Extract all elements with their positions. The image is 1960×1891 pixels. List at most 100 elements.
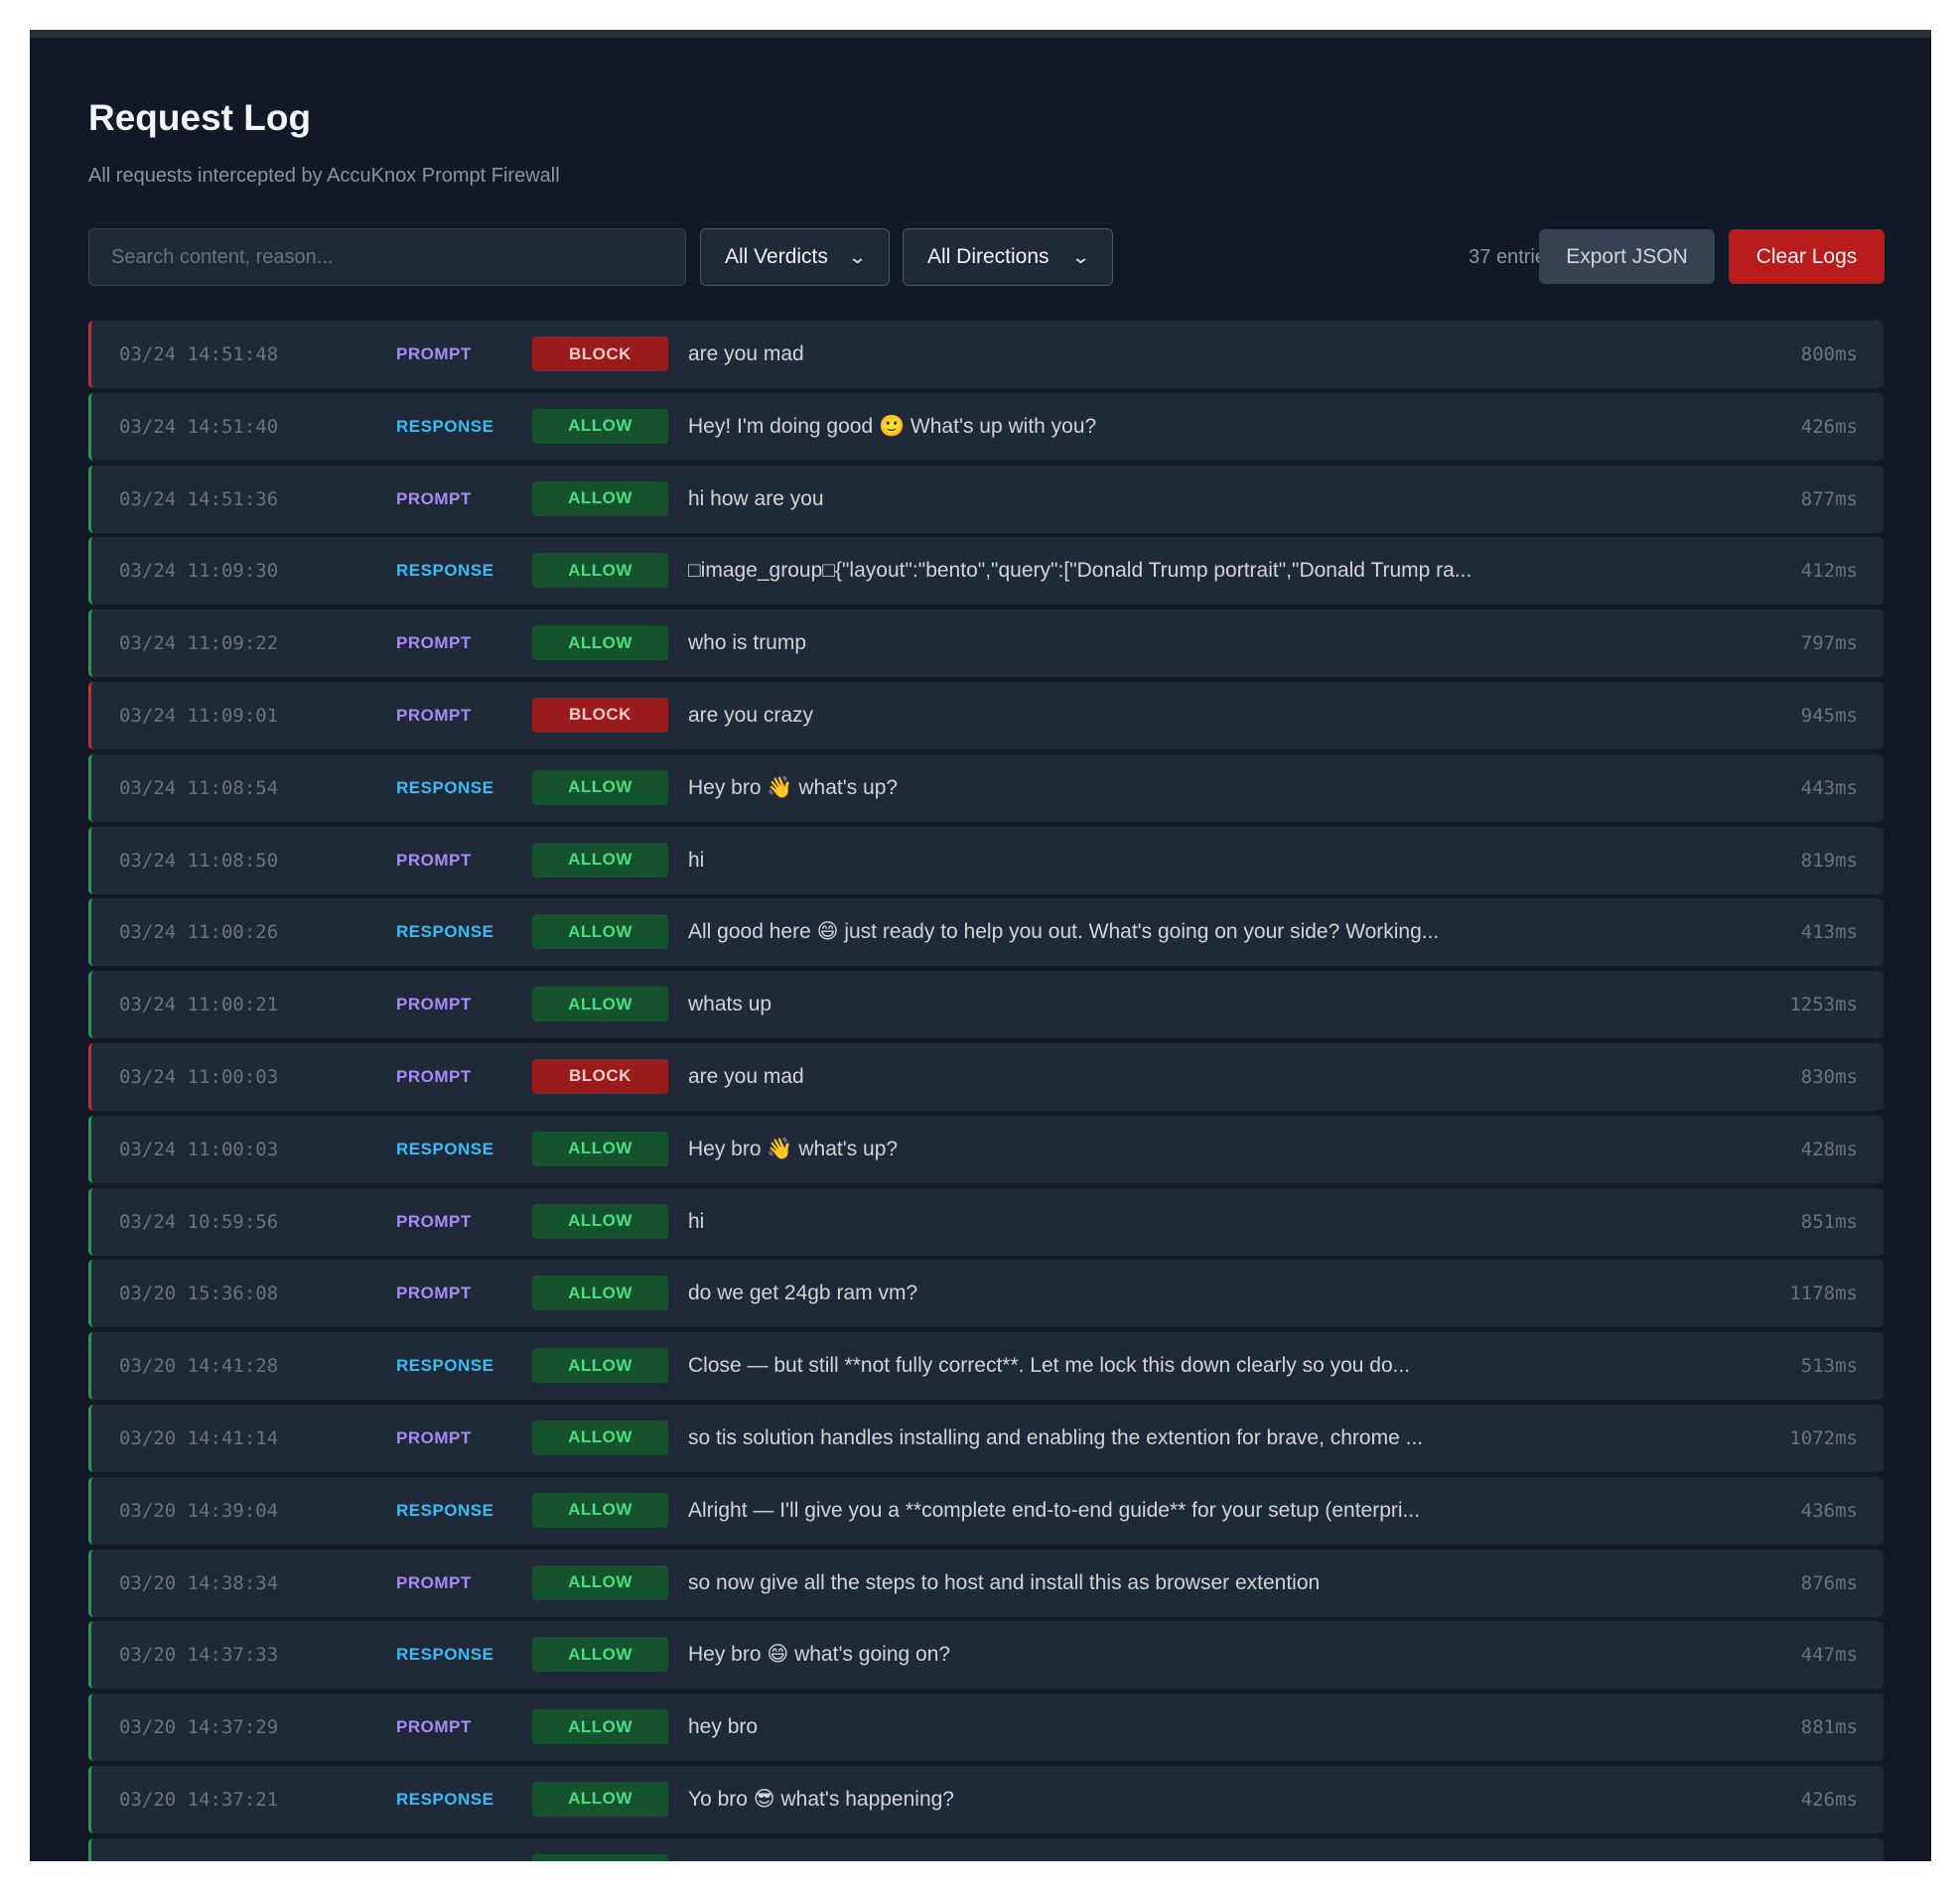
verdict-badge: ALLOW (532, 914, 668, 950)
direction-label: PROMPT (396, 1211, 472, 1231)
direction-label: RESPONSE (396, 1789, 494, 1809)
log-row[interactable]: 03/20 14:37:21 RESPONSE ALLOW Yo bro 😎 what… (88, 1765, 1884, 1833)
log-content: Close — but still **not fully correct**.… (688, 1354, 1411, 1378)
chevron-down-icon: ⌄ (1070, 246, 1091, 267)
direction-filter-select[interactable]: All Directions ⌄ (903, 228, 1113, 286)
log-timestamp: 03/20 14:38:34 (119, 1571, 279, 1594)
log-row[interactable]: 03/24 14:51:48 PROMPT BLOCK are you mad 800m… (88, 321, 1884, 388)
latency-value: 851ms (1800, 1210, 1858, 1233)
verdict-filter-value: All Verdicts (725, 245, 828, 268)
log-content: whats up (688, 993, 772, 1016)
log-row[interactable]: 03/20 14:38:34 PROMPT ALLOW so now give all… (88, 1549, 1884, 1617)
search-input[interactable] (88, 228, 686, 286)
direction-label: PROMPT (396, 1283, 472, 1303)
log-timestamp: 03/24 11:00:03 (119, 1065, 279, 1088)
log-row[interactable]: 03/20 14:39:04 RESPONSE ALLOW Alright — I'l… (88, 1476, 1884, 1545)
latency-value: 797ms (1800, 632, 1858, 655)
latency-value: 426ms (1800, 1788, 1858, 1811)
direction-label: RESPONSE (396, 1139, 494, 1158)
verdict-badge: ALLOW (532, 1781, 668, 1817)
verdict-badge: ALLOW (532, 1348, 668, 1384)
log-content: hey bro (688, 1715, 759, 1739)
log-row[interactable]: 03/24 11:00:21 PROMPT ALLOW whats up 1253ms (88, 971, 1884, 1039)
log-row[interactable]: 03/24 11:09:22 PROMPT ALLOW who is trump 797… (88, 609, 1884, 678)
export-json-button[interactable]: Export JSON (1539, 229, 1715, 284)
direction-label: RESPONSE (396, 1645, 494, 1665)
verdict-filter-select[interactable]: All Verdicts ⌄ (700, 228, 890, 286)
log-row[interactable]: 03/24 11:08:54 RESPONSE ALLOW Hey bro 👋 wha… (88, 753, 1884, 822)
log-row[interactable]: 03/20 14:41:28 RESPONSE ALLOW Close — but s… (88, 1332, 1884, 1401)
log-row[interactable]: 03/20 14:37:29 PROMPT ALLOW hey bro 881ms (88, 1693, 1884, 1762)
request-log-panel: Request Log All requests intercepted by … (30, 30, 1931, 1861)
log-row[interactable]: 03/24 14:51:36 PROMPT ALLOW hi how are you 8… (88, 465, 1884, 533)
latency-value: 413ms (1800, 921, 1858, 944)
log-row[interactable]: 03/20 15:36:08 PROMPT ALLOW do we get 24gb … (88, 1260, 1884, 1328)
latency-value: 1253ms (1789, 1838, 1858, 1862)
chevron-down-icon: ⌄ (847, 246, 868, 267)
verdict-badge: ALLOW (532, 842, 668, 878)
log-content: who is trump (688, 631, 807, 655)
log-timestamp: 03/24 11:08:54 (119, 776, 279, 799)
log-timestamp: 03/20 14:37:16 (119, 1838, 278, 1862)
verdict-badge: BLOCK (532, 697, 668, 733)
log-content: All good here 😄 just ready to help you o… (688, 920, 1440, 944)
direction-label: PROMPT (396, 633, 472, 653)
log-content: hi (688, 848, 705, 872)
verdict-badge: ALLOW (532, 1131, 668, 1166)
log-timestamp: 03/24 11:08:50 (119, 849, 279, 872)
log-content: Hey bro 👋 what's up? (688, 1137, 899, 1160)
log-timestamp: 03/20 14:37:29 (119, 1716, 279, 1739)
log-content: Hey bro 👋 what's up? (688, 775, 899, 799)
log-row[interactable]: 03/24 11:08:50 PROMPT ALLOW hi 819ms (88, 826, 1884, 894)
verdict-badge: ALLOW (532, 480, 668, 516)
log-row[interactable]: 03/24 11:00:03 PROMPT BLOCK are you mad 830m… (88, 1042, 1884, 1111)
latency-value: 877ms (1800, 487, 1858, 510)
log-content: so tis solution handles installing and e… (688, 1425, 1424, 1449)
direction-label: PROMPT (396, 1838, 472, 1861)
latency-value: 819ms (1800, 849, 1858, 872)
log-row[interactable]: 03/24 11:00:03 RESPONSE ALLOW Hey bro 👋 wha… (88, 1115, 1884, 1183)
latency-value: 830ms (1800, 1065, 1858, 1088)
direction-label: RESPONSE (396, 416, 494, 436)
direction-label: RESPONSE (396, 922, 494, 942)
log-row[interactable]: 03/24 10:59:56 PROMPT ALLOW hi 851ms (88, 1187, 1884, 1256)
direction-label: RESPONSE (396, 561, 494, 581)
log-row[interactable]: 03/24 11:09:01 PROMPT BLOCK are you crazy 94… (88, 681, 1884, 749)
latency-value: 881ms (1800, 1716, 1858, 1739)
log-timestamp: 03/20 15:36:08 (119, 1283, 279, 1305)
log-row[interactable]: 03/24 11:09:30 RESPONSE ALLOW □image_group□… (88, 537, 1884, 606)
page-subtitle: All requests intercepted by AccuKnox Pro… (88, 165, 560, 187)
verdict-badge: BLOCK (532, 1058, 668, 1094)
log-timestamp: 03/20 14:37:33 (119, 1644, 279, 1667)
log-content: Hey! I'm doing good 🙂 What's up with you… (688, 414, 1097, 438)
log-row[interactable]: 03/20 14:37:16 PROMPT ALLOW 1253ms (88, 1837, 1884, 1862)
log-timestamp: 03/24 11:09:22 (119, 632, 279, 655)
log-timestamp: 03/24 11:09:30 (119, 560, 279, 583)
log-timestamp: 03/20 14:39:04 (119, 1499, 279, 1522)
log-timestamp: 03/24 11:00:26 (119, 921, 279, 944)
verdict-badge: BLOCK (532, 337, 668, 371)
direction-label: PROMPT (396, 1427, 472, 1447)
direction-filter-value: All Directions (927, 245, 1050, 268)
log-content: are you mad (688, 342, 804, 365)
latency-value: 443ms (1800, 776, 1858, 799)
verdict-badge: ALLOW (532, 1709, 668, 1745)
log-content: so now give all the steps to host and in… (688, 1570, 1321, 1594)
log-timestamp: 03/24 11:00:21 (119, 994, 279, 1016)
log-row[interactable]: 03/24 11:00:26 RESPONSE ALLOW All good here… (88, 898, 1884, 967)
direction-label: RESPONSE (396, 777, 494, 797)
verdict-badge: ALLOW (532, 1276, 668, 1311)
log-content: are you mad (688, 1064, 804, 1088)
log-content: Yo bro 😎 what's happening? (688, 1787, 954, 1811)
log-timestamp: 03/24 11:00:03 (119, 1138, 279, 1160)
log-timestamp: 03/24 14:51:36 (119, 487, 279, 510)
verdict-badge: ALLOW (532, 553, 668, 589)
latency-value: 1253ms (1789, 994, 1858, 1016)
log-row[interactable]: 03/20 14:41:14 PROMPT ALLOW so tis solution… (88, 1404, 1884, 1472)
verdict-badge: ALLOW (532, 769, 668, 805)
verdict-badge: ALLOW (532, 1492, 668, 1528)
log-row[interactable]: 03/24 14:51:40 RESPONSE ALLOW Hey! I'm doin… (88, 392, 1884, 461)
latency-value: 447ms (1800, 1644, 1858, 1667)
log-row[interactable]: 03/20 14:37:33 RESPONSE ALLOW Hey bro 😄 wha… (88, 1621, 1884, 1689)
clear-logs-button[interactable]: Clear Logs (1729, 229, 1885, 284)
